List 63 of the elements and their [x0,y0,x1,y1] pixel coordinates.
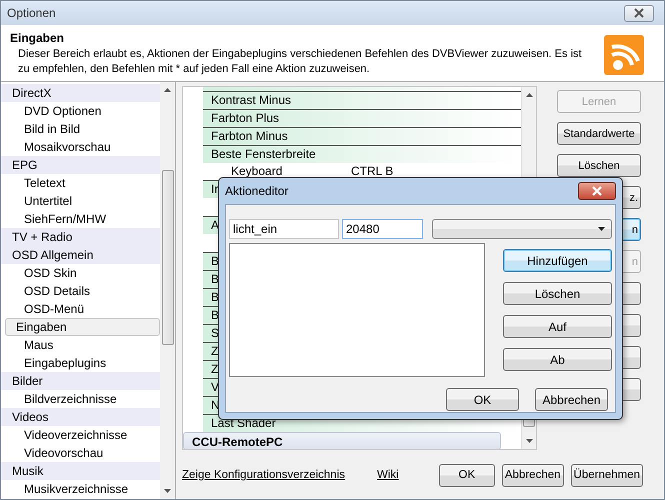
category-item[interactable]: OSD Skin [1,264,160,282]
action-list[interactable] [229,243,485,377]
close-icon [633,8,645,18]
scrollbar[interactable] [160,82,175,499]
down-arrow-icon [164,489,171,493]
dialog-button[interactable]: OK [438,464,495,486]
command-row[interactable]: Kontrast Minus [203,91,521,109]
category-item[interactable]: Videos [1,408,160,426]
up-arrow-icon [164,88,171,92]
category-item[interactable]: Untertitel [1,192,160,210]
category-item[interactable]: Videoverzeichnisse [1,426,160,444]
config-folder-link[interactable]: Zeige Konfigurationsverzeichnis [182,469,346,481]
dialog-button[interactable]: Abbrechen [502,464,564,486]
category-item[interactable]: Maus [1,336,160,354]
key-label: CTRL B [351,163,394,180]
dialog-button[interactable]: Auf [503,315,612,338]
category-item[interactable]: TV + Radio [1,228,160,246]
category-item[interactable]: OSD Allgemein [1,246,160,264]
dialog-button[interactable]: Abbrechen [535,388,608,411]
category-item[interactable]: Musik [1,462,160,480]
action-dropdown[interactable] [432,219,612,239]
plugin-header[interactable]: CCU-RemotePC [183,432,501,449]
action-button[interactable]: Löschen [557,154,641,177]
category-item[interactable]: OSD Details [1,282,160,300]
down-arrow-icon [526,439,532,443]
category-item[interactable]: Musikverzeichnisse [1,480,160,498]
category-item[interactable]: DVD Optionen [1,102,160,120]
close-button[interactable] [578,182,616,200]
up-arrow-icon [526,93,532,97]
category-item[interactable]: Bild in Bild [1,120,160,138]
window-title: Optionen [7,6,56,20]
wiki-link[interactable]: Wiki [377,469,399,481]
command-row[interactable]: Farbton Minus [203,127,521,145]
category-item[interactable]: Eingabeplugins [1,354,160,372]
command-row[interactable]: Farbton Plus [203,109,521,127]
category-item[interactable]: EPG [1,156,160,174]
action-button[interactable]: Standardwerte [557,122,641,145]
category-item[interactable]: DirectX [1,84,160,102]
dialog-title: Aktioneditor [225,184,288,198]
category-item[interactable]: Bildverzeichnisse [1,390,160,408]
category-item[interactable]: Mosaikvorschau [1,138,160,156]
dialog-button[interactable]: Übernehmen [570,464,643,486]
category-item[interactable]: Eingaben [5,318,160,336]
category-item[interactable]: Videovorschau [1,444,160,462]
category-item[interactable]: OSD-Menü [1,300,160,318]
dialog-button[interactable]: Ab [503,348,612,371]
command-row[interactable]: Beste Fensterbreite [203,145,521,163]
category-item[interactable]: Bilder [1,372,160,390]
category-item[interactable]: SiehFern/MHW [1,210,160,228]
broadcast-icon [604,35,644,75]
dialog-button[interactable]: Löschen [503,282,612,305]
section-title: Eingaben [10,31,66,45]
scrollbar-thumb[interactable] [162,170,174,345]
close-button[interactable] [624,4,654,22]
input-field[interactable]: licht_ein [229,219,339,239]
dialog-button[interactable]: Hinzufügen [503,249,612,272]
dialog-button[interactable]: OK [446,388,519,411]
device-label: Keyboard [231,163,284,180]
section-description: Dieser Bereich erlaubt es, Aktionen der Eingabeplugins verschiedenen Befehlen des DVBViewer zuzuweisen. Es ist zu empfehlen, den Befehlen mit * auf jeden Fall eine Aktion zuzuweisen. [17,47,583,77]
close-icon [591,186,603,196]
dropdown-arrow-icon [598,227,605,231]
input-field[interactable]: 20480 [342,219,423,239]
category-item[interactable]: Teletext [1,174,160,192]
